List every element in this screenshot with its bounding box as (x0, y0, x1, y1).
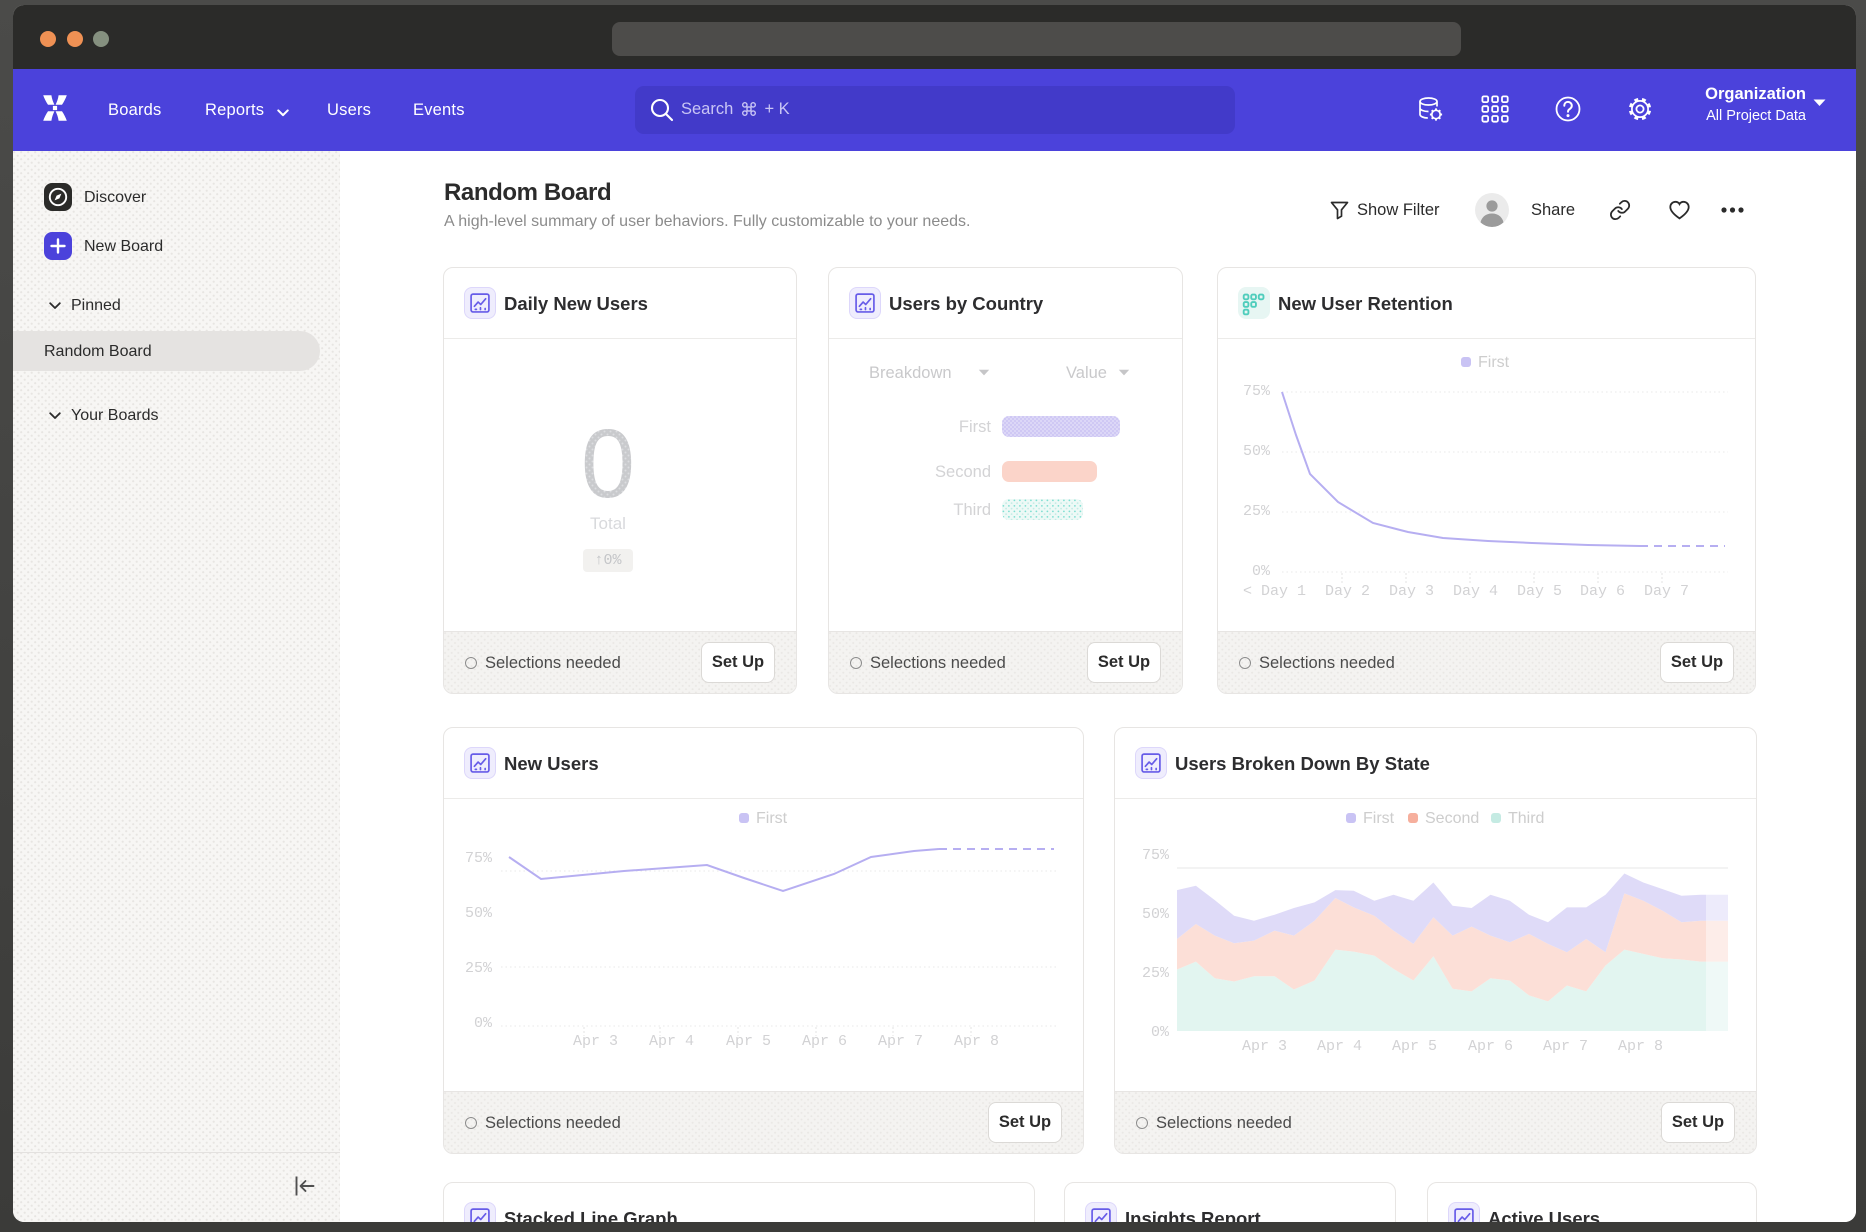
svg-text:0: 0 (581, 409, 635, 513)
